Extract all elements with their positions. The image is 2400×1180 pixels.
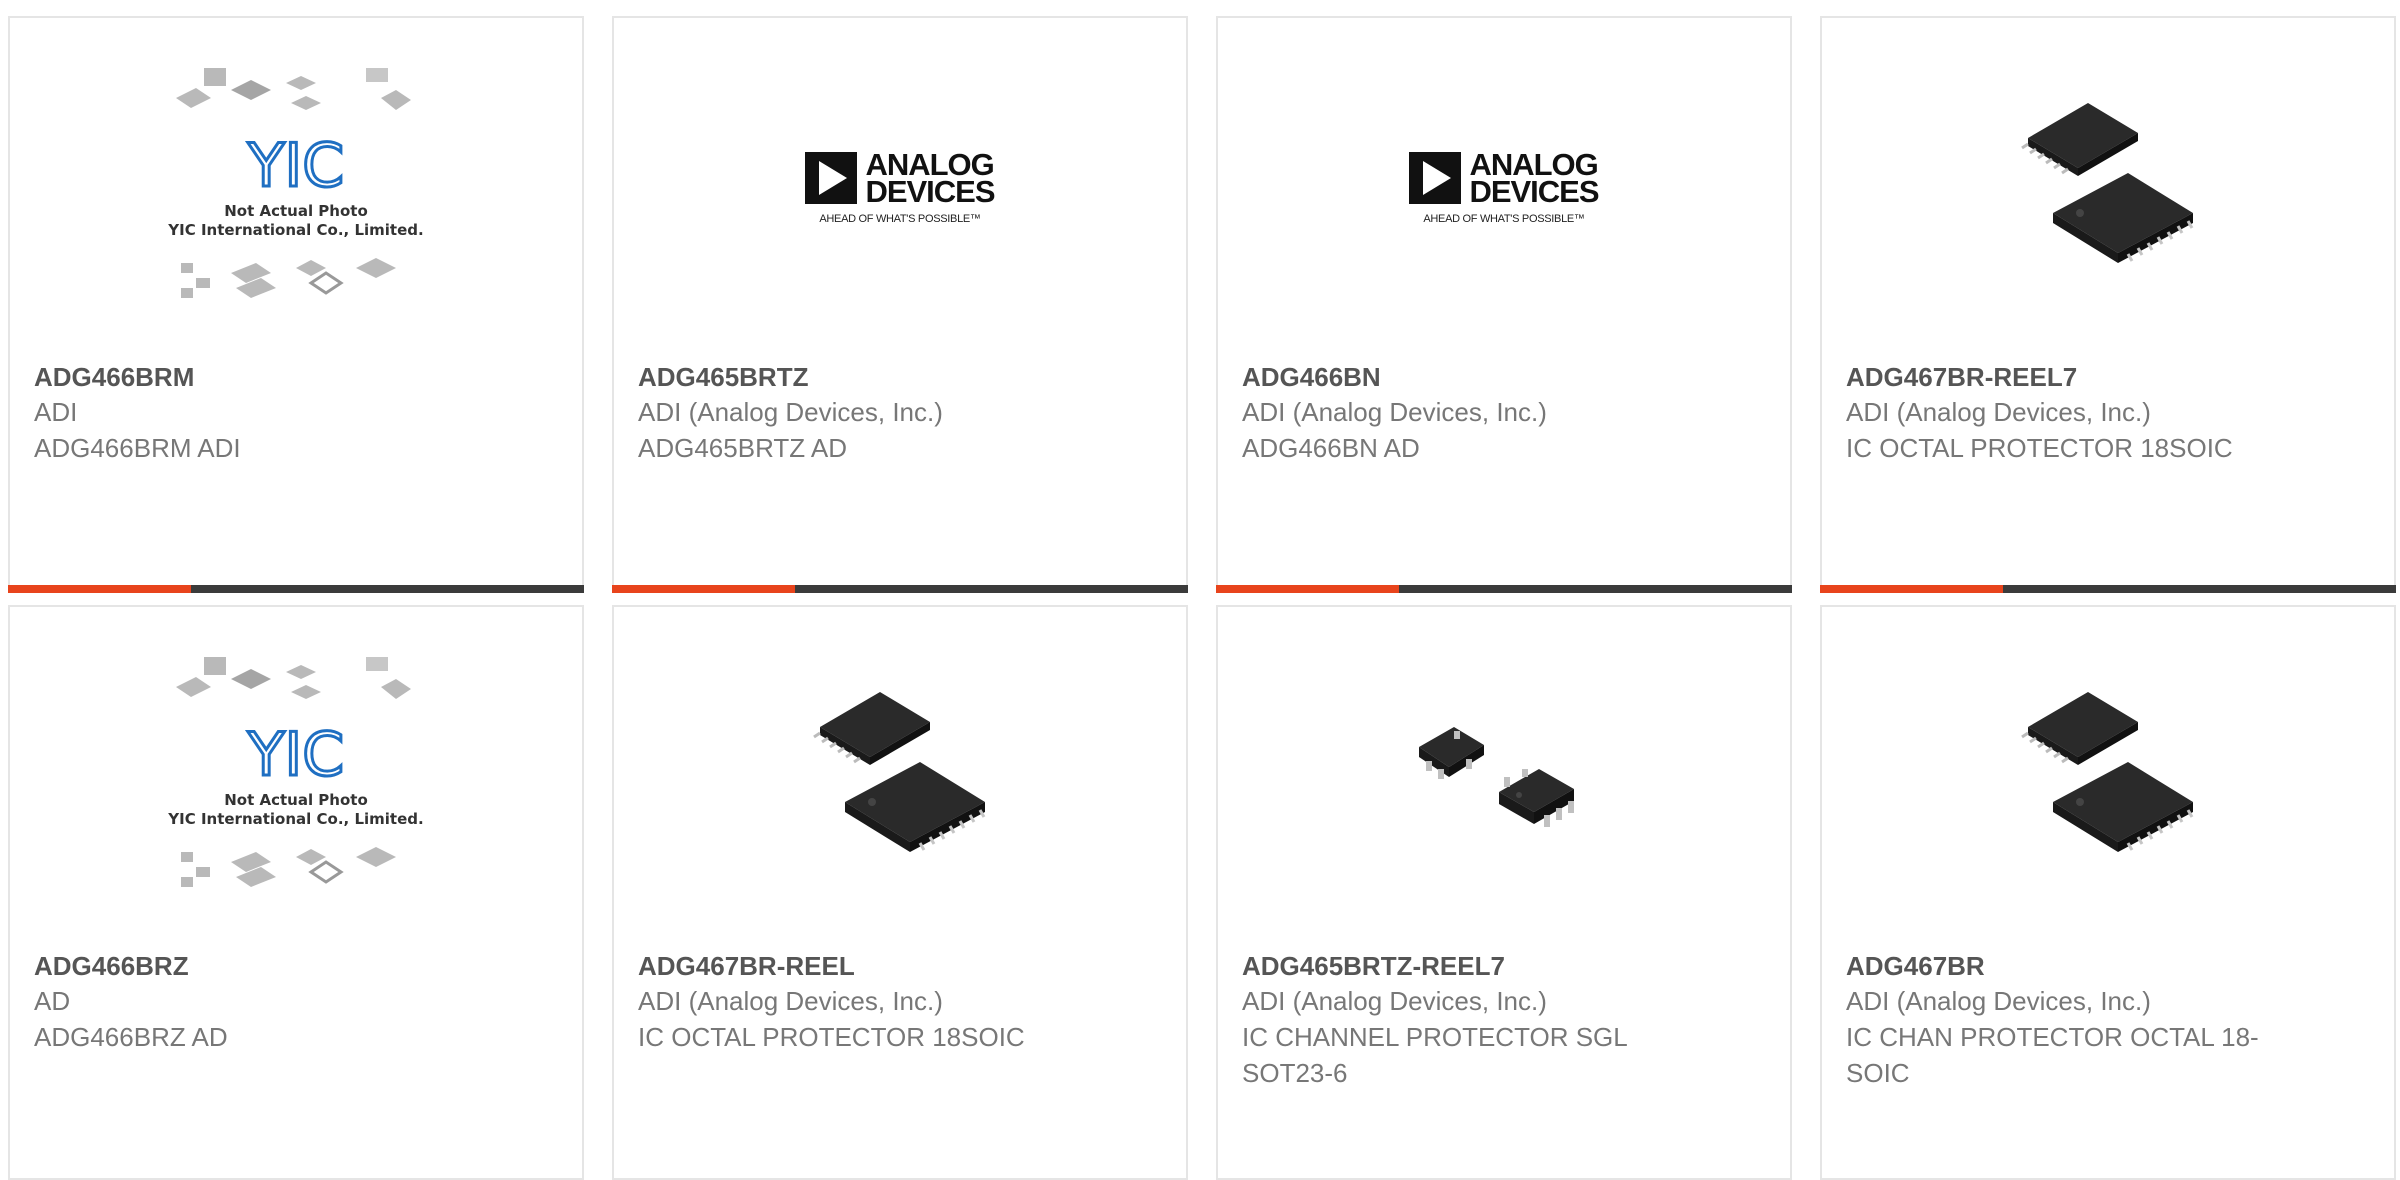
product-part-number[interactable]: ADG467BR-REEL7: [1846, 360, 2370, 394]
product-card[interactable]: ADG465BRTZ-REEL7 ADI (Analog Devices, In…: [1216, 605, 1792, 1180]
product-part-number[interactable]: ADG467BR-REEL: [638, 949, 1162, 983]
yic-placeholder-image: YIC Not Actual Photo YIC International C…: [167, 68, 424, 298]
product-part-number[interactable]: ADG467BR: [1846, 949, 2370, 983]
product-description: IC CHAN PROTECTOR OCTAL 18-SOIC: [1846, 1022, 2259, 1088]
product-description: ADG466BRM ADI: [34, 433, 241, 463]
card-accent-bar: [612, 585, 795, 593]
product-brand: ADI (Analog Devices, Inc.): [638, 397, 943, 427]
card-accent-bar: [1216, 585, 1399, 593]
product-brand: AD: [34, 986, 71, 1016]
product-description: ADG466BN AD: [1242, 433, 1420, 463]
card-bottom-bar: [612, 585, 1188, 593]
product-brand: ADI (Analog Devices, Inc.): [1846, 986, 2151, 1016]
product-image-area: YIC Not Actual Photo YIC International C…: [10, 18, 582, 358]
card-accent-bar: [1820, 585, 2003, 593]
product-brand: ADI (Analog Devices, Inc.): [638, 986, 943, 1016]
card-bottom-bar: [8, 585, 584, 593]
card-bottom-bar: [1820, 585, 2396, 593]
play-triangle-icon: [1409, 152, 1462, 204]
product-image-area: [1218, 607, 1790, 947]
product-card[interactable]: ANALOG DEVICES AHEAD OF WHAT'S POSSIBLE™…: [612, 16, 1188, 593]
product-card[interactable]: ANALOG DEVICES AHEAD OF WHAT'S POSSIBLE™…: [1216, 16, 1792, 593]
product-info: ADG466BRZ AD ADG466BRZ AD: [34, 949, 558, 1055]
product-image-area: [1822, 18, 2394, 358]
logo-line2: DEVICES: [1469, 174, 1599, 209]
sot23-chip-image: [1419, 727, 1574, 827]
product-card[interactable]: ADG467BR ADI (Analog Devices, Inc.) IC C…: [1820, 605, 2396, 1180]
yic-notice-line2: YIC International Co., Limited.: [167, 221, 423, 239]
product-part-number[interactable]: ADG466BRM: [34, 360, 558, 394]
product-description: IC OCTAL PROTECTOR 18SOIC: [1846, 433, 2233, 463]
soic-chip-image: [2021, 692, 2194, 852]
soic-chip-image: [813, 692, 986, 852]
product-description: IC CHANNEL PROTECTOR SGL SOT23-6: [1242, 1022, 1627, 1088]
product-brand: ADI (Analog Devices, Inc.): [1242, 986, 1547, 1016]
product-info: ADG467BR-REEL ADI (Analog Devices, Inc.)…: [638, 949, 1162, 1055]
soic-chip-image: [2021, 103, 2194, 263]
product-info: ADG465BRTZ-REEL7 ADI (Analog Devices, In…: [1242, 949, 1766, 1091]
product-info: ADG467BR-REEL7 ADI (Analog Devices, Inc.…: [1846, 360, 2370, 466]
product-part-number[interactable]: ADG466BRZ: [34, 949, 558, 983]
product-card[interactable]: YIC Not Actual Photo YIC International C…: [8, 605, 584, 1180]
yic-notice-line1: Not Actual Photo: [224, 791, 368, 809]
card-accent-bar: [8, 585, 191, 593]
logo-tagline: AHEAD OF WHAT'S POSSIBLE™: [819, 213, 981, 225]
product-brand: ADI (Analog Devices, Inc.): [1846, 397, 2151, 427]
yic-logo: YIC: [247, 131, 344, 201]
product-card[interactable]: YIC Not Actual Photo YIC International C…: [8, 16, 584, 593]
product-description: IC OCTAL PROTECTOR 18SOIC: [638, 1022, 1025, 1052]
product-brand: ADI (Analog Devices, Inc.): [1242, 397, 1547, 427]
yic-notice-line1: Not Actual Photo: [224, 202, 368, 220]
product-part-number[interactable]: ADG466BN: [1242, 360, 1766, 394]
product-info: ADG466BN ADI (Analog Devices, Inc.) ADG4…: [1242, 360, 1766, 466]
product-image-area: YIC Not Actual Photo YIC International C…: [10, 607, 582, 947]
product-info: ADG465BRTZ ADI (Analog Devices, Inc.) AD…: [638, 360, 1162, 466]
product-description: ADG466BRZ AD: [34, 1022, 228, 1052]
product-image-area: [614, 607, 1186, 947]
yic-placeholder-image: YIC Not Actual Photo YIC International C…: [167, 657, 424, 887]
product-info: ADG466BRM ADI ADG466BRM ADI: [34, 360, 558, 466]
logo-tagline: AHEAD OF WHAT'S POSSIBLE™: [1423, 213, 1585, 225]
product-image-area: ANALOG DEVICES AHEAD OF WHAT'S POSSIBLE™: [1218, 18, 1790, 358]
analog-devices-logo: ANALOG DEVICES AHEAD OF WHAT'S POSSIBLE™: [1409, 149, 1600, 225]
play-triangle-icon: [805, 152, 858, 204]
product-card[interactable]: ADG467BR-REEL7 ADI (Analog Devices, Inc.…: [1820, 16, 2396, 593]
yic-notice-line2: YIC International Co., Limited.: [167, 810, 423, 828]
product-part-number[interactable]: ADG465BRTZ-REEL7: [1242, 949, 1766, 983]
product-description: ADG465BRTZ AD: [638, 433, 848, 463]
product-part-number[interactable]: ADG465BRTZ: [638, 360, 1162, 394]
product-info: ADG467BR ADI (Analog Devices, Inc.) IC C…: [1846, 949, 2370, 1091]
product-image-area: ANALOG DEVICES AHEAD OF WHAT'S POSSIBLE™: [614, 18, 1186, 358]
analog-devices-logo: ANALOG DEVICES AHEAD OF WHAT'S POSSIBLE™: [805, 149, 996, 225]
product-card[interactable]: ADG467BR-REEL ADI (Analog Devices, Inc.)…: [612, 605, 1188, 1180]
yic-logo: YIC: [247, 720, 344, 790]
logo-line2: DEVICES: [865, 174, 995, 209]
product-brand: ADI: [34, 397, 78, 427]
product-image-area: [1822, 607, 2394, 947]
card-bottom-bar: [1216, 585, 1792, 593]
